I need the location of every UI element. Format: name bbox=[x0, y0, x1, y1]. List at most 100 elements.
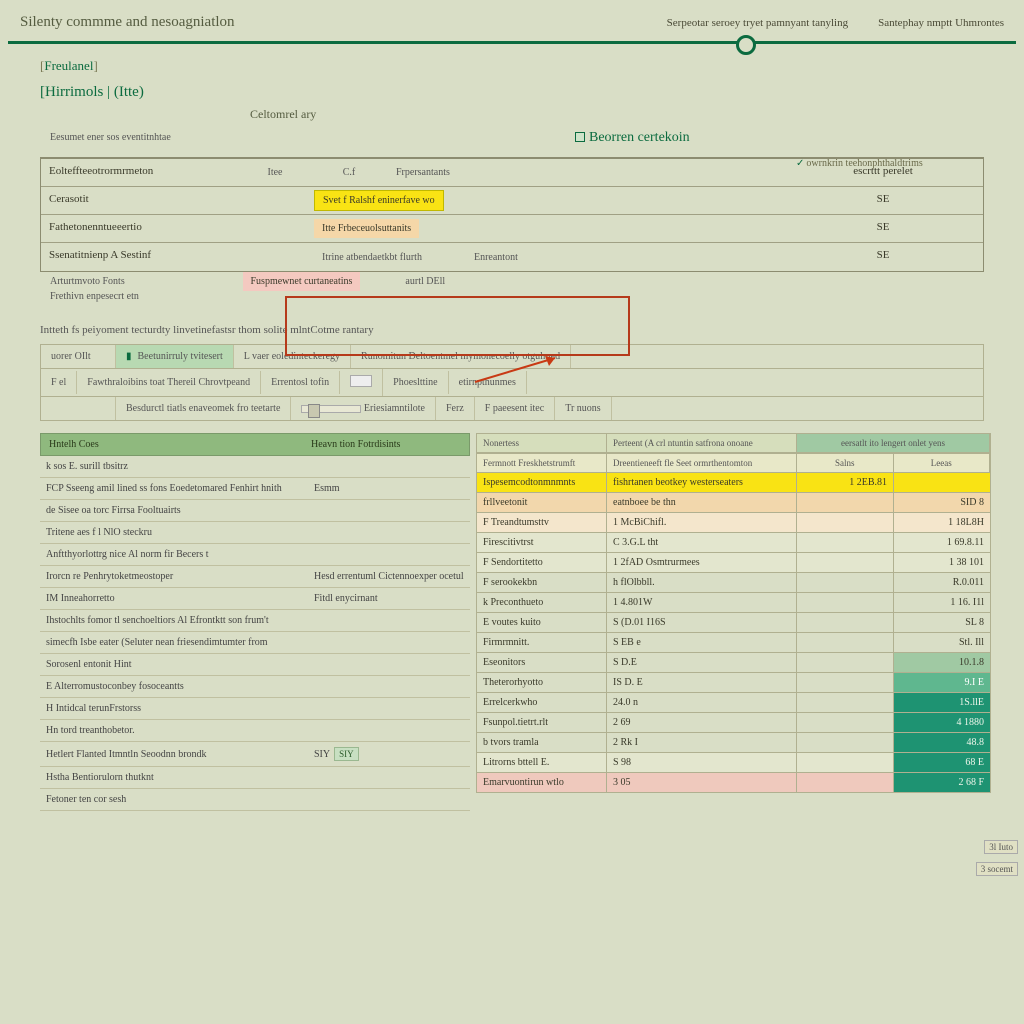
filter-cell[interactable]: etirnpthunmes bbox=[449, 371, 527, 394]
summary-cell-value: SE bbox=[783, 187, 983, 214]
cell-val-1 bbox=[797, 673, 894, 692]
summary-cell-value: SE bbox=[783, 215, 983, 242]
filter-cell[interactable]: Ferz bbox=[436, 397, 475, 420]
table-row[interactable]: Fsunpol.tietrt.rlt 2 69 4 1880 bbox=[476, 713, 991, 733]
color-swatch[interactable] bbox=[350, 375, 372, 387]
filter-cell[interactable]: Fawthraloibins toat Thereil Chrovtpeand bbox=[77, 371, 261, 394]
breadcrumb-controls[interactable]: [Hirrimols | (Itte) bbox=[40, 84, 144, 101]
table-row[interactable]: Ispesemcodtonmnmnts fishrtanen beotkey w… bbox=[476, 473, 991, 493]
filter-cell[interactable]: Besdurctl tiatls enaveomek fro teetarte bbox=[116, 397, 291, 420]
cell-desc: 1 McBiChifl. bbox=[607, 513, 797, 532]
cell-val-2: R.0.011 bbox=[894, 573, 990, 592]
list-item[interactable]: FCP Sseeng amil lined ss fons Eoedetomar… bbox=[40, 478, 470, 500]
filter-cell[interactable]: F paeesent itec bbox=[475, 397, 555, 420]
filter-bar-2: Besdurctl tiatls enaveomek fro teetarte … bbox=[40, 397, 984, 421]
cell-val-2: 10.1.8 bbox=[894, 653, 990, 672]
cell-desc: S 98 bbox=[607, 753, 797, 772]
table-row[interactable]: Theterorhyotto IS D. E 9.I E bbox=[476, 673, 991, 693]
left-list-header: Hntelh Coes Heavn tion Fotrdisints bbox=[40, 433, 470, 456]
section-caption: Celtomrel ary bbox=[250, 107, 1024, 122]
table-row[interactable]: F serookekbn h flOlbbll. R.0.011 bbox=[476, 573, 991, 593]
cell-desc: IS D. E bbox=[607, 673, 797, 692]
table-row[interactable]: F Treandtumsttv 1 McBiChifl. 1 18L8H bbox=[476, 513, 991, 533]
cell-val-1 bbox=[797, 573, 894, 592]
table-row[interactable]: Eseonitors S D.E 10.1.8 bbox=[476, 653, 991, 673]
cell-val-1 bbox=[797, 533, 894, 552]
summary-header-mid: Frpersantants bbox=[388, 163, 458, 182]
filter-cell[interactable]: Errentosl tofin bbox=[261, 371, 340, 394]
table-row[interactable]: Errelcerkwho 24.0 n 1S.llE bbox=[476, 693, 991, 713]
filter-cell[interactable]: ▮Beetunirruly tvitesert bbox=[116, 345, 234, 368]
list-item[interactable]: IM InneahorrettoFitdl enycirnant bbox=[40, 588, 470, 610]
filter-cell[interactable] bbox=[41, 397, 116, 420]
rh1-cell-group: eersatlt ito lengert onlet yens bbox=[797, 434, 990, 452]
list-item[interactable]: simecfh Isbe eater (Seluter nean friesen… bbox=[40, 632, 470, 654]
cell-val-2: 68 E bbox=[894, 753, 990, 772]
list-item[interactable]: Hetlert Flanted Itmntln Seoodnn brondkSI… bbox=[40, 742, 470, 767]
list-item[interactable]: k sos E. surill tbsitrz bbox=[40, 456, 470, 478]
cell-desc: eatnboee be thn bbox=[607, 493, 797, 512]
list-item[interactable]: Hn tord treanthobetor. bbox=[40, 720, 470, 742]
right-header-band-2: Fermnott Freskhetstrumft Dreentieneeft f… bbox=[476, 453, 991, 473]
filter-cell[interactable]: L vaer eoledinteckeregy bbox=[234, 345, 351, 368]
cell-val-1 bbox=[797, 513, 894, 532]
breadcrumb-controls-label: Hirrimols | (Itte) bbox=[45, 84, 144, 100]
list-item[interactable]: Hstha Bentiorulorn thutknt bbox=[40, 767, 470, 789]
filter-cell[interactable]: F el bbox=[41, 371, 77, 394]
summary-chip[interactable]: Itrine atbendaetkbt flurth bbox=[314, 248, 430, 267]
list-item[interactable]: E Alterromustoconbey fosoceantts bbox=[40, 676, 470, 698]
slider[interactable] bbox=[301, 405, 361, 413]
table-row[interactable]: F Sendortitetto 1 2fAD Osmtrurmees 1 38 … bbox=[476, 553, 991, 573]
filter-cell[interactable]: uorer OIlt bbox=[41, 345, 116, 368]
check-icon: ▮ bbox=[126, 351, 132, 362]
table-row[interactable]: Firmrmnitt. S EB e Stl. Ill bbox=[476, 633, 991, 653]
summary-chip[interactable]: Svet f Ralshf eninerfave wo bbox=[314, 190, 444, 211]
check-icon: ✓ bbox=[796, 158, 804, 169]
cell-val-2: SID 8 bbox=[894, 493, 990, 512]
table-row[interactable]: Firescitivtrst C 3.G.L tht 1 69.8.11 bbox=[476, 533, 991, 553]
cell-name: k Preconthueto bbox=[477, 593, 607, 612]
filter-cell[interactable]: Runomitun Deltoentmel mymonecoelly otgul… bbox=[351, 345, 571, 368]
table-row[interactable]: E voutes kuito S (D.01 I16S SL 8 bbox=[476, 613, 991, 633]
cell-desc: 1 2fAD Osmtrurmees bbox=[607, 553, 797, 572]
left-header-b: Heavn tion Fotrdisints bbox=[311, 439, 461, 450]
table-row[interactable]: Litrorns bttell E. S 98 68 E bbox=[476, 753, 991, 773]
description-text: Intteth fs peiyoment tecturdty linvetine… bbox=[40, 324, 1024, 336]
cell-val-1 bbox=[797, 753, 894, 772]
cell-val-1 bbox=[797, 633, 894, 652]
cell-val-2: 4 1880 bbox=[894, 713, 990, 732]
list-item[interactable]: de Sisee oa torc Firrsa Fooltuairts bbox=[40, 500, 470, 522]
cell-name: Firmrmnitt. bbox=[477, 633, 607, 652]
list-item[interactable]: H Intidcal terunFrstorss bbox=[40, 698, 470, 720]
list-item[interactable]: Anftthyorlottrg nice Al norm fir Becers … bbox=[40, 544, 470, 566]
filter-cell[interactable]: Eriesiamntilote bbox=[291, 397, 436, 420]
filter-bar: uorer OIlt▮Beetunirruly tvitesertL vaer … bbox=[40, 344, 984, 397]
cell-name: F Sendortitetto bbox=[477, 553, 607, 572]
table-row[interactable]: Emarvuontirun wtlo 3 05 2 68 F bbox=[476, 773, 991, 793]
list-item[interactable]: Fetoner ten cor sesh bbox=[40, 789, 470, 811]
cell-val-2: 1 38 101 bbox=[894, 553, 990, 572]
cell-name: Ispesemcodtonmnmnts bbox=[477, 473, 607, 492]
summary-after-chip[interactable]: Fuspmewnet curtaneatins bbox=[243, 272, 361, 291]
table-row[interactable]: k Preconthueto 1 4.801W 1 16. I1l bbox=[476, 593, 991, 613]
list-item[interactable]: Irorcn re PenhrytoketmeostoperHesd erren… bbox=[40, 566, 470, 588]
filter-cell[interactable]: Phoeslttine bbox=[383, 371, 448, 394]
breadcrumb-featured[interactable]: [Freulanel] bbox=[40, 58, 1024, 74]
header-sub-1: Serpeotar seroey tryet pamnyant tanyling bbox=[667, 17, 848, 29]
table-row[interactable]: b tvors tramla 2 Rk I 48.8 bbox=[476, 733, 991, 753]
cell-desc: 24.0 n bbox=[607, 693, 797, 712]
summary-chip[interactable]: Itte Frbeceuolsuttanits bbox=[314, 219, 419, 238]
summary-row: Fathetonenntueeertio Itte Frbeceuolsutta… bbox=[41, 215, 983, 243]
cell-val-2: 1 69.8.11 bbox=[894, 533, 990, 552]
list-item[interactable]: Ihstochlts fomor tl senchoeltiors Al Efr… bbox=[40, 610, 470, 632]
cell-val-1: 1 2EB.81 bbox=[797, 473, 894, 492]
list-item[interactable]: Tritene aes f l NlO steckru bbox=[40, 522, 470, 544]
cell-name: E voutes kuito bbox=[477, 613, 607, 632]
cell-desc: S (D.01 I16S bbox=[607, 613, 797, 632]
table-row[interactable]: frllveetonit eatnboee be thn SID 8 bbox=[476, 493, 991, 513]
cell-name: Eseonitors bbox=[477, 653, 607, 672]
filter-cell[interactable] bbox=[340, 369, 383, 396]
filter-cell[interactable]: Tr nuons bbox=[555, 397, 611, 420]
list-item[interactable]: Sorosenl entonit Hint bbox=[40, 654, 470, 676]
cell-name: F serookekbn bbox=[477, 573, 607, 592]
